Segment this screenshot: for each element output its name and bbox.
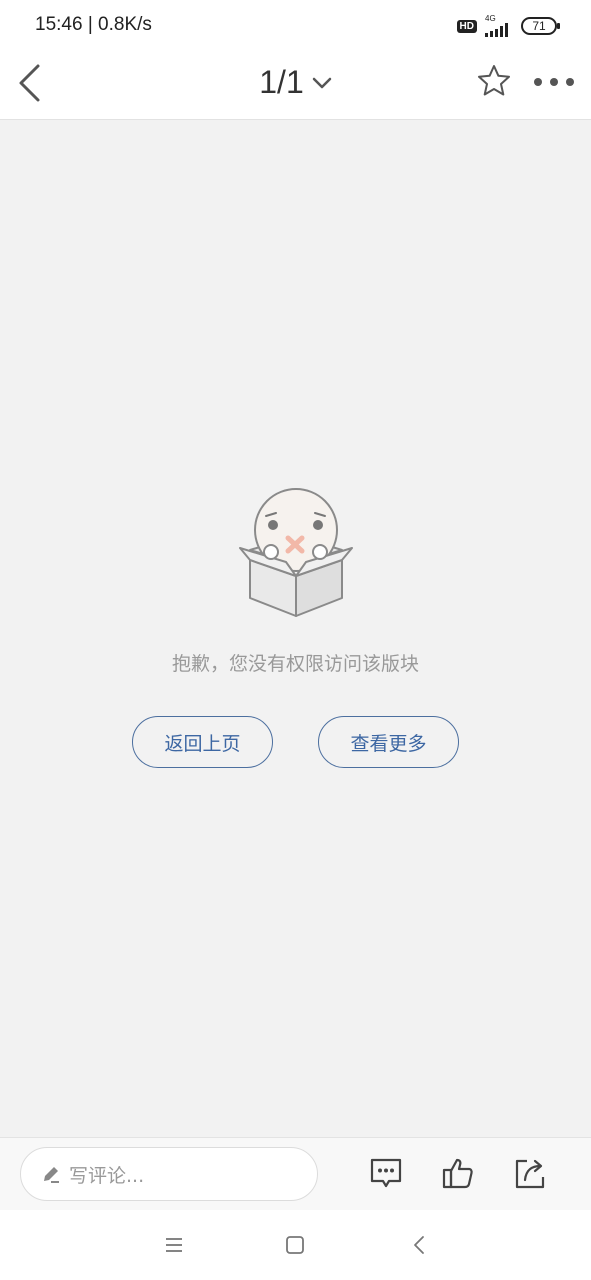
hd-badge: HD (456, 19, 477, 33)
view-more-button[interactable]: 查看更多 (318, 716, 459, 768)
battery-level: 71 (532, 19, 546, 33)
status-indicators: HD 4G 71 (456, 14, 560, 38)
pencil-icon (44, 1167, 59, 1183)
star-icon[interactable] (476, 63, 512, 99)
menu-icon[interactable] (163, 1234, 185, 1256)
signal-icon: 4G (485, 15, 513, 37)
top-nav-bar: 1/1 (0, 50, 591, 120)
comment-icon[interactable] (369, 1156, 403, 1190)
back-to-previous-page-button[interactable]: 返回上页 (132, 716, 273, 768)
thumbs-up-icon[interactable] (441, 1156, 475, 1190)
chevron-down-icon (312, 77, 331, 88)
status-time-speed: 15:46 | 0.8K/s (35, 14, 152, 35)
battery-icon: 71 (521, 17, 560, 35)
status-bar: 15:46 | 0.8K/s HD 4G 71 (0, 0, 591, 50)
system-nav-bar (0, 1210, 591, 1280)
share-icon[interactable] (513, 1156, 547, 1190)
home-icon[interactable] (284, 1234, 306, 1256)
no-permission-message: 抱歉，您没有权限访问该版块 (171, 653, 419, 675)
empty-box-illustration (239, 488, 353, 617)
back-icon[interactable] (409, 1234, 431, 1256)
bottom-action-bar: 写评论... (0, 1137, 591, 1210)
network-type: 4G (485, 14, 496, 23)
more-icon[interactable] (533, 77, 575, 87)
comment-placeholder: 写评论... (69, 1164, 145, 1187)
page-indicator: 1/1 (259, 64, 304, 100)
comment-input[interactable]: 写评论... (20, 1147, 318, 1201)
